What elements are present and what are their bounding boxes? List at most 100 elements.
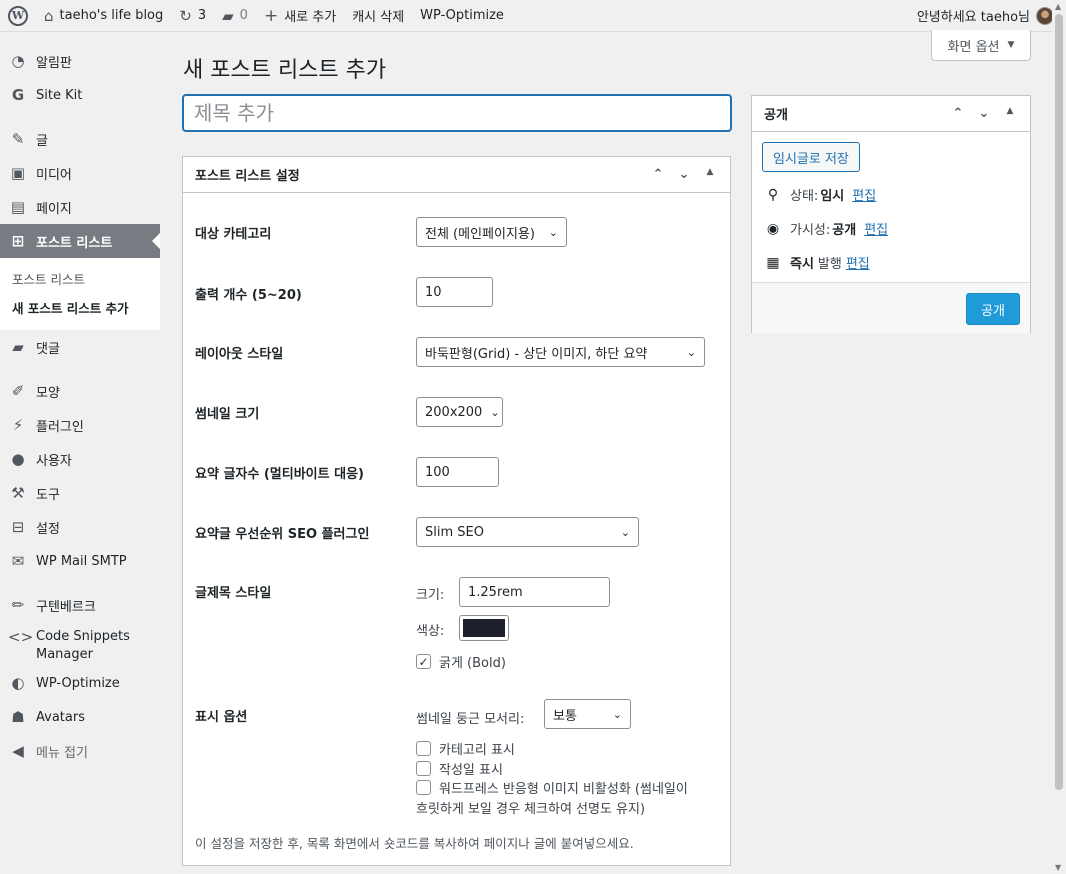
wp-optimize-link[interactable]: WP-Optimize bbox=[412, 0, 512, 32]
move-down-icon[interactable]: ⌄ bbox=[676, 167, 692, 182]
menu-media[interactable]: ▣ 미디어 bbox=[0, 156, 160, 190]
bold-checkbox[interactable]: ✓ bbox=[416, 654, 431, 669]
show-date-row[interactable]: 작성일 표시 bbox=[416, 759, 503, 778]
page-scrollbar[interactable]: ▲ ▼ bbox=[1052, 0, 1066, 874]
title-color-picker[interactable] bbox=[459, 615, 509, 641]
site-name-link[interactable]: ⌂ taeho's life blog bbox=[36, 0, 171, 32]
menu-tools[interactable]: ⚒ 도구 bbox=[0, 476, 160, 510]
toggle-panel-icon[interactable]: ▲ bbox=[702, 167, 718, 182]
plus-icon: + bbox=[263, 5, 279, 26]
move-down-icon[interactable]: ⌄ bbox=[976, 106, 992, 121]
move-up-icon[interactable]: ⌃ bbox=[650, 167, 666, 182]
scroll-down-icon[interactable]: ▼ bbox=[1055, 863, 1061, 872]
new-content-label: 새로 추가 bbox=[284, 10, 337, 25]
publish-footer: 공개 bbox=[752, 282, 1030, 333]
size-label: 크기: bbox=[416, 588, 445, 603]
chevron-down-icon: ⌄ bbox=[612, 707, 622, 721]
menu-label: 글 bbox=[36, 133, 48, 149]
excerpt-length-input[interactable]: 100 bbox=[416, 457, 499, 487]
screen-options-button[interactable]: 화면 옵션 ▼ bbox=[931, 30, 1031, 61]
save-draft-button[interactable]: 임시글로 저장 bbox=[762, 142, 860, 172]
mail-icon: ✉ bbox=[11, 552, 25, 570]
disable-responsive-row[interactable]: 워드프레스 반응형 이미지 비활성화 (썸네일이 bbox=[416, 778, 688, 797]
menu-dashboard[interactable]: ◔ 알림판 bbox=[0, 44, 160, 78]
chevron-down-icon: ⌄ bbox=[686, 345, 696, 359]
edit-status-link[interactable]: 편집 bbox=[852, 185, 876, 204]
wrench-icon: ⚒ bbox=[11, 484, 25, 502]
category-label: 대상 카테고리 bbox=[195, 227, 272, 242]
count-input[interactable]: 10 bbox=[416, 277, 493, 307]
menu-plugins[interactable]: ⚡ 플러그인 bbox=[0, 408, 160, 442]
seo-plugin-select[interactable]: Slim SEO ⌄ bbox=[416, 517, 639, 547]
settings-postbox-header: 포스트 리스트 설정 ⌃ ⌄ ▲ bbox=[183, 157, 730, 193]
new-content-link[interactable]: + 새로 추가 bbox=[256, 0, 344, 32]
disable-responsive-checkbox[interactable] bbox=[416, 780, 431, 795]
toggle-panel-icon[interactable]: ▲ bbox=[1002, 106, 1018, 121]
menu-settings[interactable]: ⊟ 설정 bbox=[0, 510, 160, 544]
menu-avatars[interactable]: ☗ Avatars bbox=[0, 700, 160, 734]
code-icon: <> bbox=[8, 628, 34, 646]
menu-wp-mail-smtp[interactable]: ✉ WP Mail SMTP bbox=[0, 544, 160, 578]
menu-comments[interactable]: ▰ 댓글 bbox=[0, 330, 160, 364]
show-date-checkbox[interactable] bbox=[416, 761, 431, 776]
grid-icon: ⊞ bbox=[11, 232, 25, 250]
account-menu[interactable]: 안녕하세요 taeho님 bbox=[909, 0, 1066, 32]
thumb-size-select[interactable]: 200x200 ⌄ bbox=[416, 397, 503, 427]
submenu-post-list[interactable]: 포스트 리스트 bbox=[0, 264, 160, 293]
menu-label: 도구 bbox=[36, 487, 60, 503]
key-icon: ⚲ bbox=[767, 186, 779, 203]
postbox-title: 포스트 리스트 설정 bbox=[195, 169, 300, 184]
edit-visibility-link[interactable]: 편집 bbox=[864, 219, 888, 238]
wp-logo-menu[interactable]: W bbox=[0, 0, 36, 32]
title-size-input[interactable]: 1.25rem bbox=[459, 577, 610, 607]
menu-wp-optimize[interactable]: ◐ WP-Optimize bbox=[0, 666, 160, 700]
scrollbar-thumb[interactable] bbox=[1055, 14, 1063, 790]
excerpt-label: 요약 글자수 (멀티바이트 대응) bbox=[195, 467, 364, 482]
sitekit-icon: G bbox=[11, 86, 25, 104]
menu-users[interactable]: ● 사용자 bbox=[0, 442, 160, 476]
count-label: 출력 개수 (5~20) bbox=[195, 288, 302, 303]
dashboard-icon: ◔ bbox=[11, 52, 25, 70]
thumb-size-value: 200x200 bbox=[425, 404, 483, 420]
post-title-input[interactable] bbox=[182, 94, 732, 132]
status-row: ⚲ 상태: 임시 편집 bbox=[764, 185, 876, 205]
chevron-down-icon: ⌄ bbox=[620, 525, 630, 539]
category-select[interactable]: 전체 (메인페이지용) ⌄ bbox=[416, 217, 567, 247]
menu-site-kit[interactable]: G Site Kit bbox=[0, 78, 160, 112]
move-up-icon[interactable]: ⌃ bbox=[950, 106, 966, 121]
thumb-label: 썸네일 크기 bbox=[195, 407, 260, 422]
updates-link[interactable]: ↻ 3 bbox=[171, 0, 214, 32]
eye-icon: ◉ bbox=[766, 220, 780, 237]
radius-value: 보통 bbox=[553, 708, 577, 724]
publish-postbox-header: 공개 ⌃ ⌄ ▲ bbox=[752, 96, 1030, 132]
layout-select[interactable]: 바둑판형(Grid) - 상단 이미지, 하단 요약 ⌄ bbox=[416, 337, 705, 367]
cache-clear-label: 캐시 삭제 bbox=[352, 10, 405, 25]
cache-clear-link[interactable]: 캐시 삭제 bbox=[344, 0, 412, 32]
schedule-row: ▦ 즉시 발행 편집 bbox=[764, 253, 870, 273]
comments-link[interactable]: ▰ 0 bbox=[214, 0, 256, 32]
wp-optimize-label: WP-Optimize bbox=[420, 8, 504, 23]
submenu-add-new[interactable]: 새 포스트 리스트 추가 bbox=[0, 293, 160, 322]
edit-schedule-link[interactable]: 편집 bbox=[846, 253, 870, 272]
bold-checkbox-row[interactable]: ✓ 굵게 (Bold) bbox=[416, 652, 506, 671]
pin-icon: ✎ bbox=[11, 130, 25, 148]
menu-pages[interactable]: ▤ 페이지 bbox=[0, 190, 160, 224]
color-swatch-fill bbox=[463, 619, 505, 637]
menu-post-list[interactable]: ⊞ 포스트 리스트 bbox=[0, 224, 160, 258]
menu-collapse[interactable]: ◀ 메뉴 접기 bbox=[0, 734, 160, 768]
visibility-value: 공개 bbox=[832, 223, 857, 238]
radius-select[interactable]: 보통 ⌄ bbox=[544, 699, 631, 729]
visibility-label: 가시성: bbox=[790, 223, 831, 238]
pencil-icon: ✏ bbox=[11, 596, 25, 614]
show-category-checkbox[interactable] bbox=[416, 741, 431, 756]
publish-button[interactable]: 공개 bbox=[966, 293, 1020, 325]
menu-code-snippets[interactable]: <> Code Snippets Manager bbox=[0, 622, 160, 666]
menu-appearance[interactable]: ✐ 모양 bbox=[0, 374, 160, 408]
page-title: 새 포스트 리스트 추가 bbox=[183, 58, 387, 83]
page-icon: ▤ bbox=[10, 198, 26, 216]
menu-posts[interactable]: ✎ 글 bbox=[0, 122, 160, 156]
show-category-row[interactable]: 카테고리 표시 bbox=[416, 739, 515, 758]
scroll-up-icon[interactable]: ▲ bbox=[1055, 2, 1061, 11]
disable-responsive-label: 워드프레스 반응형 이미지 비활성화 (썸네일이 bbox=[439, 782, 688, 797]
menu-gutenberg[interactable]: ✏ 구텐베르크 bbox=[0, 588, 160, 622]
